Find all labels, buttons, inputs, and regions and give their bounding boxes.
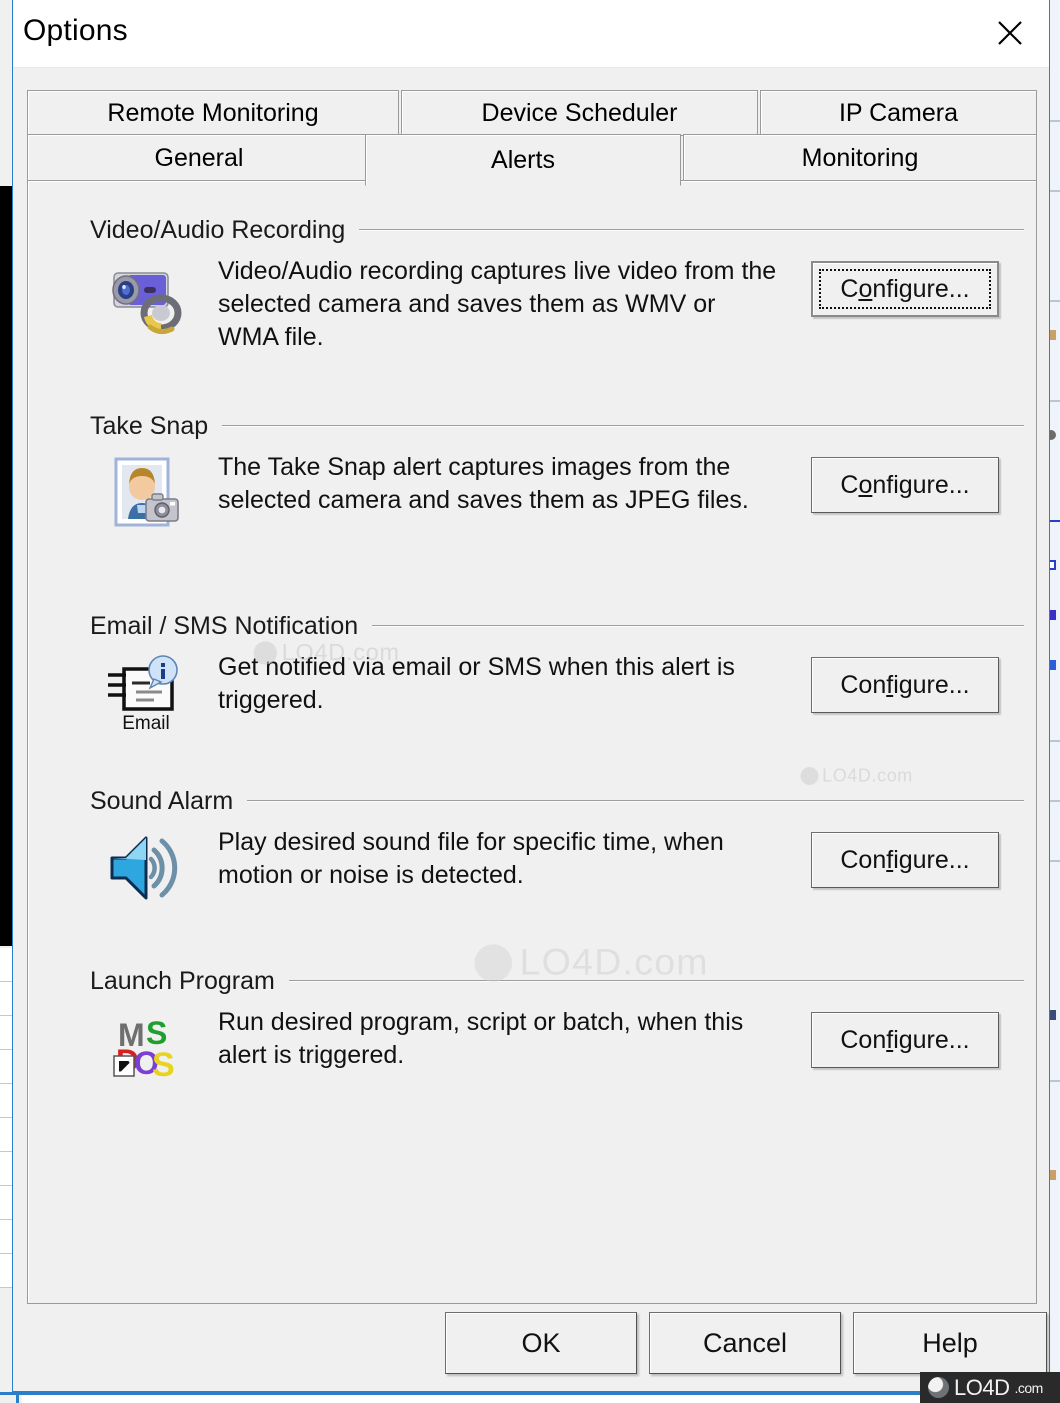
svg-text:Email: Email <box>122 713 170 733</box>
section-title: Take Snap <box>90 411 209 440</box>
section-title: Sound Alarm <box>90 786 234 815</box>
ok-button[interactable]: OK <box>445 1312 637 1374</box>
ms-dos-program-icon: M S D O S <box>106 1008 186 1088</box>
section-description: Play desired sound file for specific tim… <box>218 828 724 889</box>
section-title: Launch Program <box>90 966 275 995</box>
tab-label: Device Scheduler <box>481 98 678 127</box>
button-label-after: igure... <box>893 1025 970 1054</box>
section-header: Video/Audio Recording <box>28 215 1038 245</box>
button-accel-char: o <box>858 470 873 499</box>
dialog-button-bar: OK Cancel Help <box>13 1312 1051 1392</box>
tab-label: Alerts <box>491 145 555 174</box>
tab-device-scheduler[interactable]: Device Scheduler <box>401 90 758 136</box>
button-label-after: nfigure... <box>872 470 970 499</box>
button-label: Help <box>922 1327 978 1358</box>
dialog-titlebar: Options <box>13 0 1049 68</box>
watermark: LO4D.com <box>800 766 912 786</box>
button-label-before: Con <box>840 670 887 699</box>
button-accel-char: f <box>886 670 894 699</box>
lo4d-brand-text: LO4D <box>954 1374 1010 1400</box>
tab-label: IP Camera <box>838 98 959 127</box>
section-divider <box>372 625 1024 627</box>
tab-alerts[interactable]: Alerts <box>365 134 681 186</box>
dialog-title: Options <box>23 14 128 47</box>
section-description: The Take Snap alert captures images from… <box>218 453 749 514</box>
window-bottom-accent <box>0 1392 1060 1395</box>
section-header: Sound Alarm <box>28 786 1038 816</box>
tab-label: Monitoring <box>801 143 919 172</box>
lo4d-watermark-badge: LO4D .com <box>920 1372 1060 1403</box>
tab-label: General <box>154 143 244 172</box>
tab-strip: Remote Monitoring Device Scheduler IP Ca… <box>13 68 1051 186</box>
cancel-button[interactable]: Cancel <box>649 1312 841 1374</box>
button-label-before: Con <box>840 845 887 874</box>
tab-label: Remote Monitoring <box>107 98 319 127</box>
section-title: Video/Audio Recording <box>90 215 346 244</box>
speaker-sound-icon <box>106 828 186 908</box>
tab-remote-monitoring[interactable]: Remote Monitoring <box>27 90 399 136</box>
button-label-before: Con <box>840 1025 887 1054</box>
button-label: OK <box>521 1327 561 1358</box>
close-icon[interactable] <box>987 10 1033 56</box>
section-divider <box>222 425 1024 427</box>
button-label-after: igure... <box>893 670 970 699</box>
watermark-globe-icon <box>800 767 819 785</box>
section-divider <box>288 980 1024 982</box>
options-dialog: Options Remote Monitoring Device Schedul… <box>12 0 1050 1392</box>
configure-launch-program-button[interactable]: Con f igure... <box>811 1012 999 1068</box>
button-accel-char: o <box>858 274 873 303</box>
button-label: Cancel <box>702 1327 788 1358</box>
tab-general[interactable]: General <box>27 134 371 182</box>
section-header: Take Snap <box>28 411 1038 441</box>
configure-take-snap-button[interactable]: Co nfigure... <box>811 457 999 513</box>
section-description: Video/Audio recording captures live vide… <box>218 257 777 351</box>
button-label-before: C <box>840 274 859 303</box>
webcam-microphone-icon <box>106 257 186 337</box>
email-notification-icon: Email <box>106 653 186 734</box>
alerts-panel: Video/Audio Recording Video/Audio record… <box>27 180 1037 1304</box>
button-accel-char: f <box>886 1025 894 1054</box>
section-divider <box>359 229 1024 231</box>
section-header: Launch Program <box>28 966 1038 996</box>
configure-sound-alarm-button[interactable]: Con f igure... <box>811 832 999 888</box>
section-title: Email / SMS Notification <box>90 611 359 640</box>
configure-video-audio-button[interactable]: Co nfigure... <box>811 261 999 317</box>
section-description: Get notified via email or SMS when this … <box>218 653 735 714</box>
help-button[interactable]: Help <box>853 1312 1047 1374</box>
button-accel-char: f <box>886 845 894 874</box>
button-label-before: C <box>840 470 859 499</box>
tab-monitoring[interactable]: Monitoring <box>683 134 1037 182</box>
watermark-text: LO4D.com <box>822 765 913 786</box>
lo4d-suffix-text: .com <box>1014 1379 1043 1396</box>
tab-ip-camera[interactable]: IP Camera <box>760 90 1037 136</box>
configure-email-sms-button[interactable]: Con f igure... <box>811 657 999 713</box>
photo-snapshot-icon <box>106 453 186 533</box>
section-divider <box>247 800 1024 802</box>
svg-text:S: S <box>152 1046 175 1084</box>
section-description: Run desired program, script or batch, wh… <box>218 1008 744 1069</box>
lo4d-globe-icon <box>928 1377 949 1398</box>
button-label-after: igure... <box>893 845 970 874</box>
button-label-after: nfigure... <box>872 274 970 303</box>
section-header: Email / SMS Notification <box>28 611 1038 641</box>
